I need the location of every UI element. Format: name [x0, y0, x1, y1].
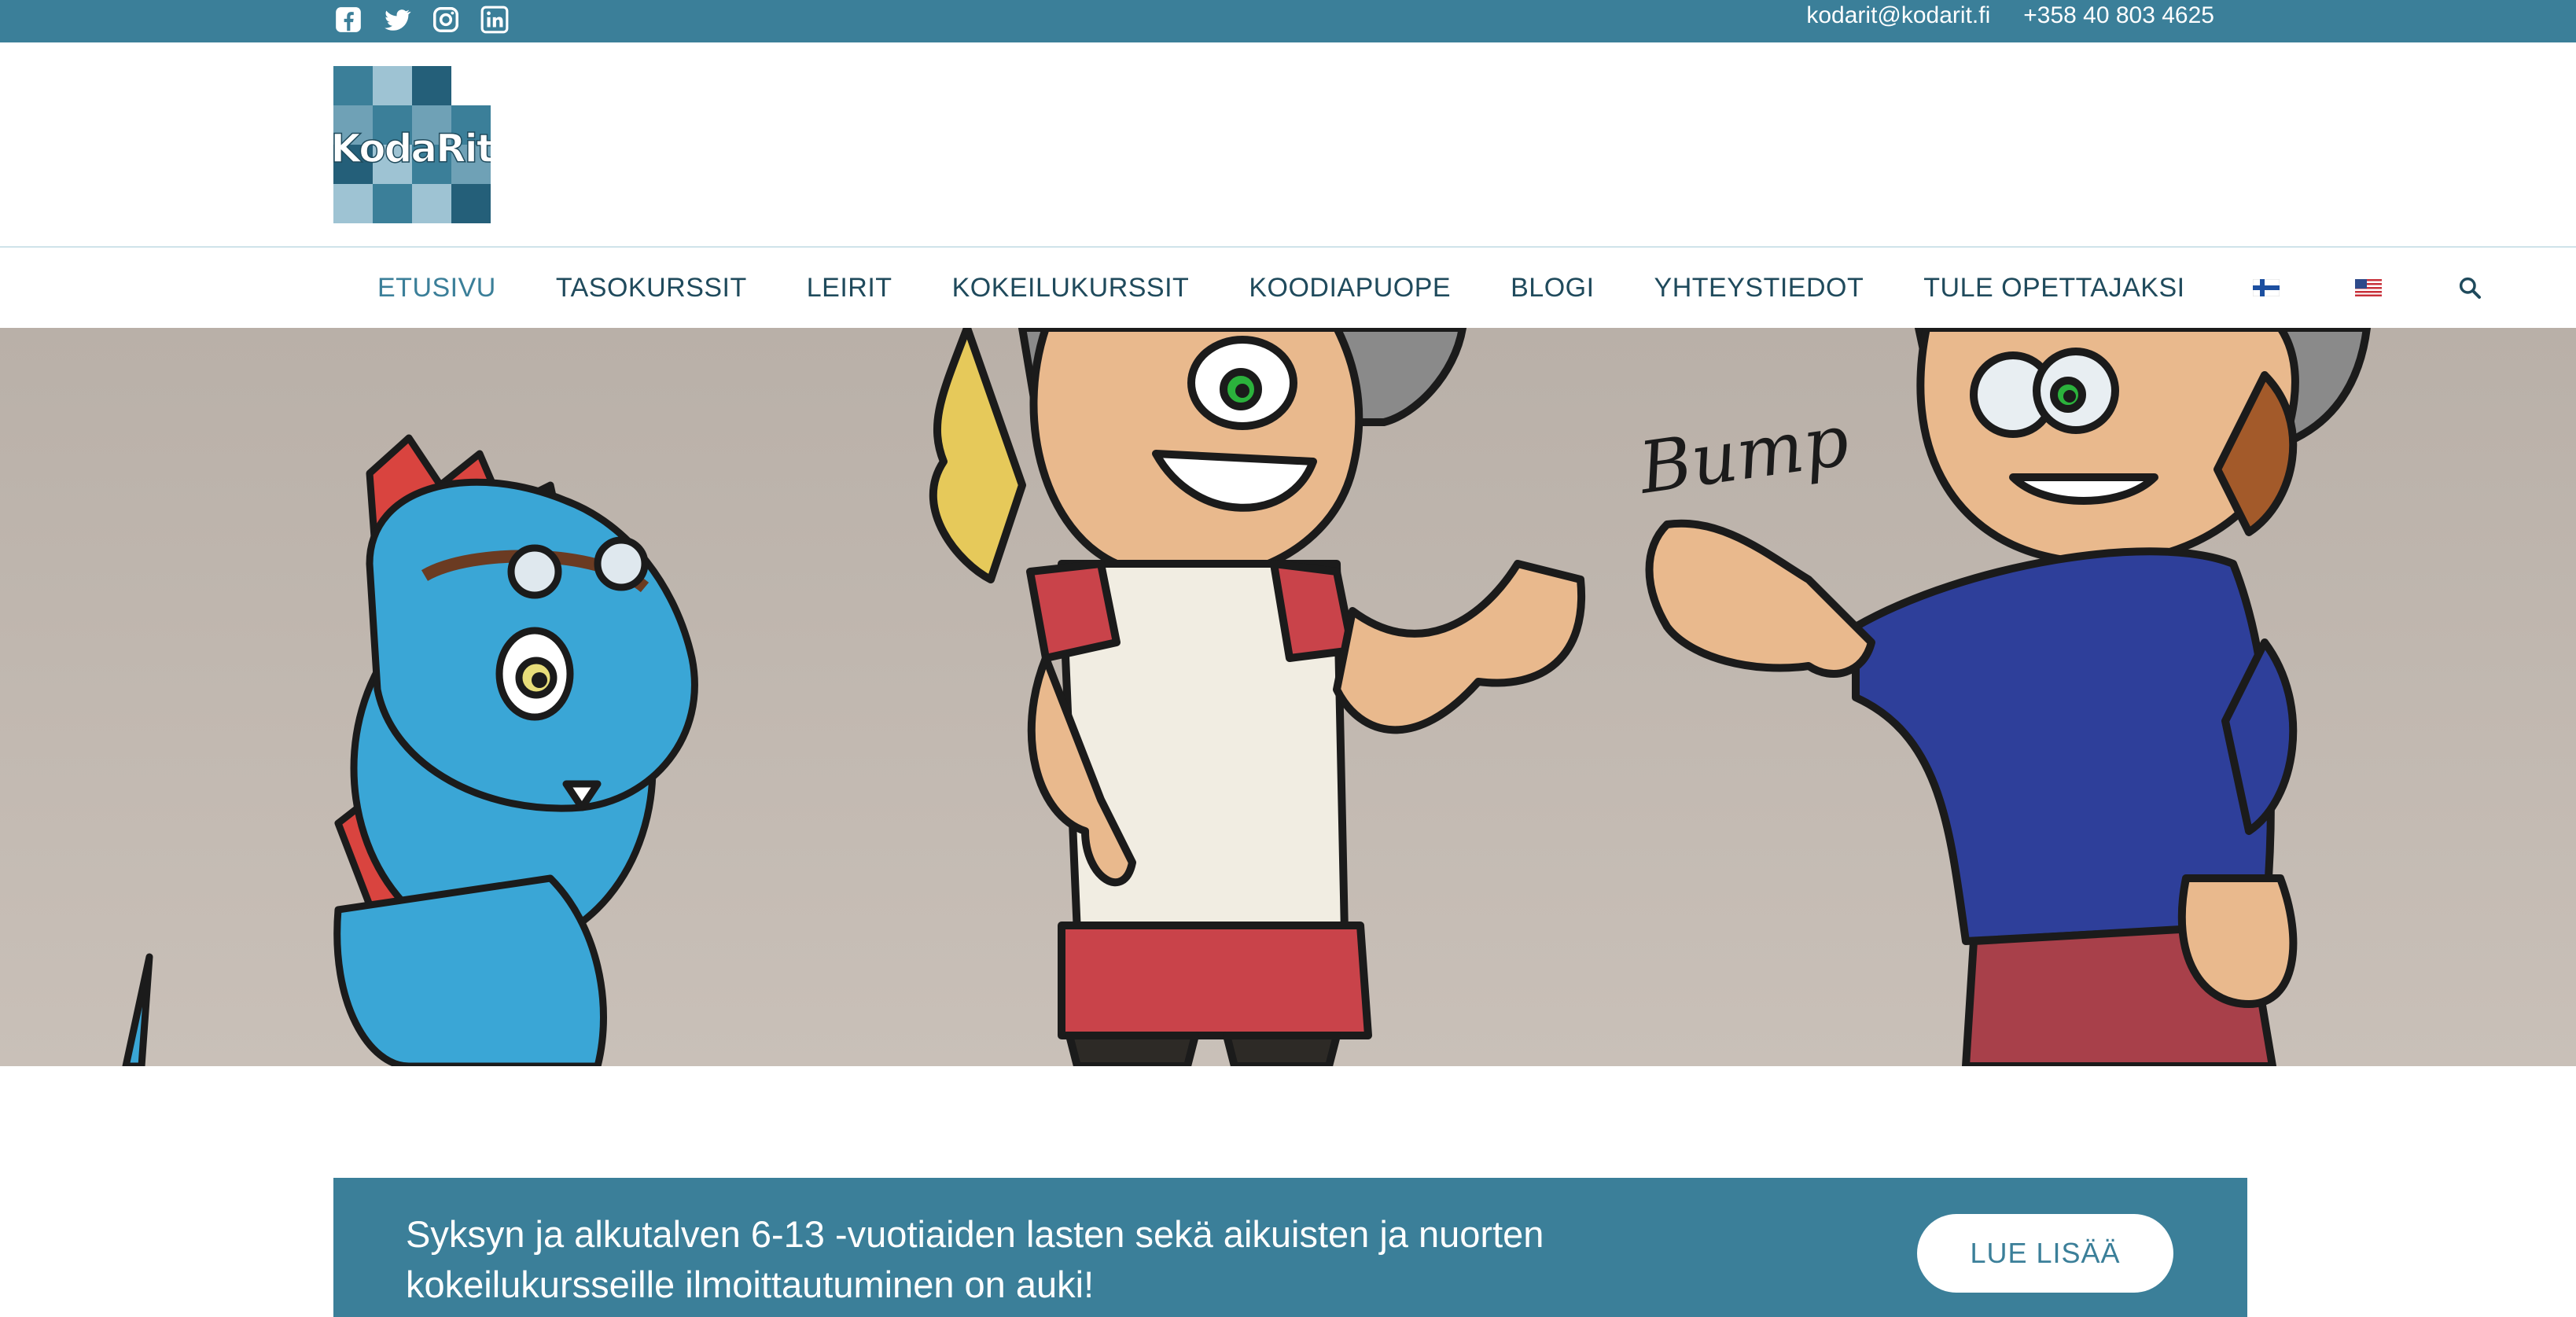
main-nav: ETUSIVU TASOKURSSIT LEIRIT KOKEILUKURSSI… — [0, 248, 2576, 328]
nav-item-tasokurssit[interactable]: TASOKURSSIT — [526, 273, 777, 303]
instagram-icon[interactable] — [431, 5, 461, 35]
email-link[interactable]: kodarit@kodarit.fi — [1806, 2, 1990, 29]
language-en[interactable] — [2317, 279, 2420, 296]
nav-item-koodiapuope[interactable]: KOODIAPUOPE — [1219, 273, 1481, 303]
nav-item-kokeilukurssit[interactable]: KOKEILUKURSSIT — [922, 273, 1220, 303]
hero-illustration: Bump — [0, 328, 2576, 1066]
phone-link[interactable]: +358 40 803 4625 — [2023, 2, 2214, 29]
kodarit-logo[interactable]: KodaRit — [333, 66, 491, 223]
announcement-line-2: kokeilukursseille ilmoittautuminen on au… — [406, 1264, 1095, 1305]
nav-item-leirit[interactable]: LEIRIT — [777, 273, 922, 303]
nav-item-blogi[interactable]: BLOGI — [1481, 273, 1624, 303]
facebook-icon[interactable] — [333, 5, 363, 35]
language-fi[interactable] — [2215, 279, 2317, 296]
hero-banner: Bump — [0, 328, 2576, 1066]
contact-info: kodarit@kodarit.fi +358 40 803 4625 — [1806, 0, 2214, 31]
search-button[interactable] — [2420, 275, 2520, 300]
social-links — [333, 5, 510, 35]
linkedin-icon[interactable] — [480, 5, 510, 35]
svg-text:KodaRit: KodaRit — [333, 126, 491, 171]
twitter-icon[interactable] — [382, 5, 412, 35]
announcement-banner: Syksyn ja alkutalven 6-13 -vuotiaiden la… — [333, 1178, 2247, 1317]
usa-flag-icon — [2354, 279, 2382, 296]
read-more-button[interactable]: LUE LISÄÄ — [1917, 1214, 2173, 1293]
finland-flag-icon — [2252, 279, 2280, 296]
announcement-text: Syksyn ja alkutalven 6-13 -vuotiaiden la… — [406, 1209, 1617, 1310]
site-header: KodaRit — [0, 42, 2576, 247]
announcement-line-1: Syksyn ja alkutalven 6-13 -vuotiaiden la… — [406, 1213, 1544, 1255]
top-bar: kodarit@kodarit.fi +358 40 803 4625 — [0, 0, 2576, 42]
search-icon — [2459, 277, 2481, 299]
nav-item-tule-opettajaksi[interactable]: TULE OPETTAJAKSI — [1893, 273, 2214, 303]
nav-item-etusivu[interactable]: ETUSIVU — [333, 273, 526, 303]
nav-item-yhteystiedot[interactable]: YHTEYSTIEDOT — [1625, 273, 1894, 303]
